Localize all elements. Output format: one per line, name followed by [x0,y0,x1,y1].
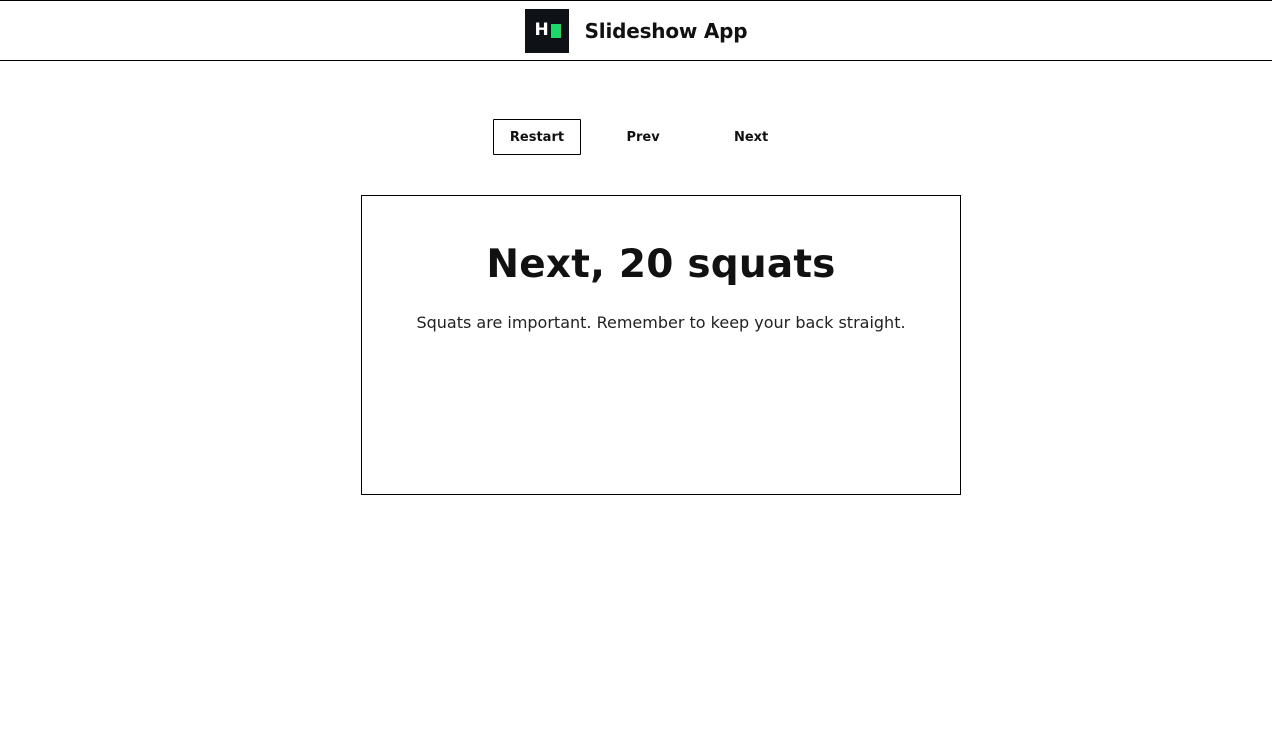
app-header: H Slideshow App [0,0,1272,61]
slide-text: Squats are important. Remember to keep y… [416,313,906,332]
app-logo-icon: H [524,8,569,53]
restart-button[interactable]: Restart [492,119,582,155]
logo-accent-block [550,23,561,38]
slide-card: Next, 20 squats Squats are important. Re… [361,195,961,495]
slide-title: Next, 20 squats [486,242,836,287]
app-title: Slideshow App [584,18,748,43]
slide-navigation: Restart Prev Next [0,119,1272,155]
prev-button[interactable]: Prev [597,119,690,155]
logo-letter: H [534,20,549,40]
next-button[interactable]: Next [705,119,798,155]
